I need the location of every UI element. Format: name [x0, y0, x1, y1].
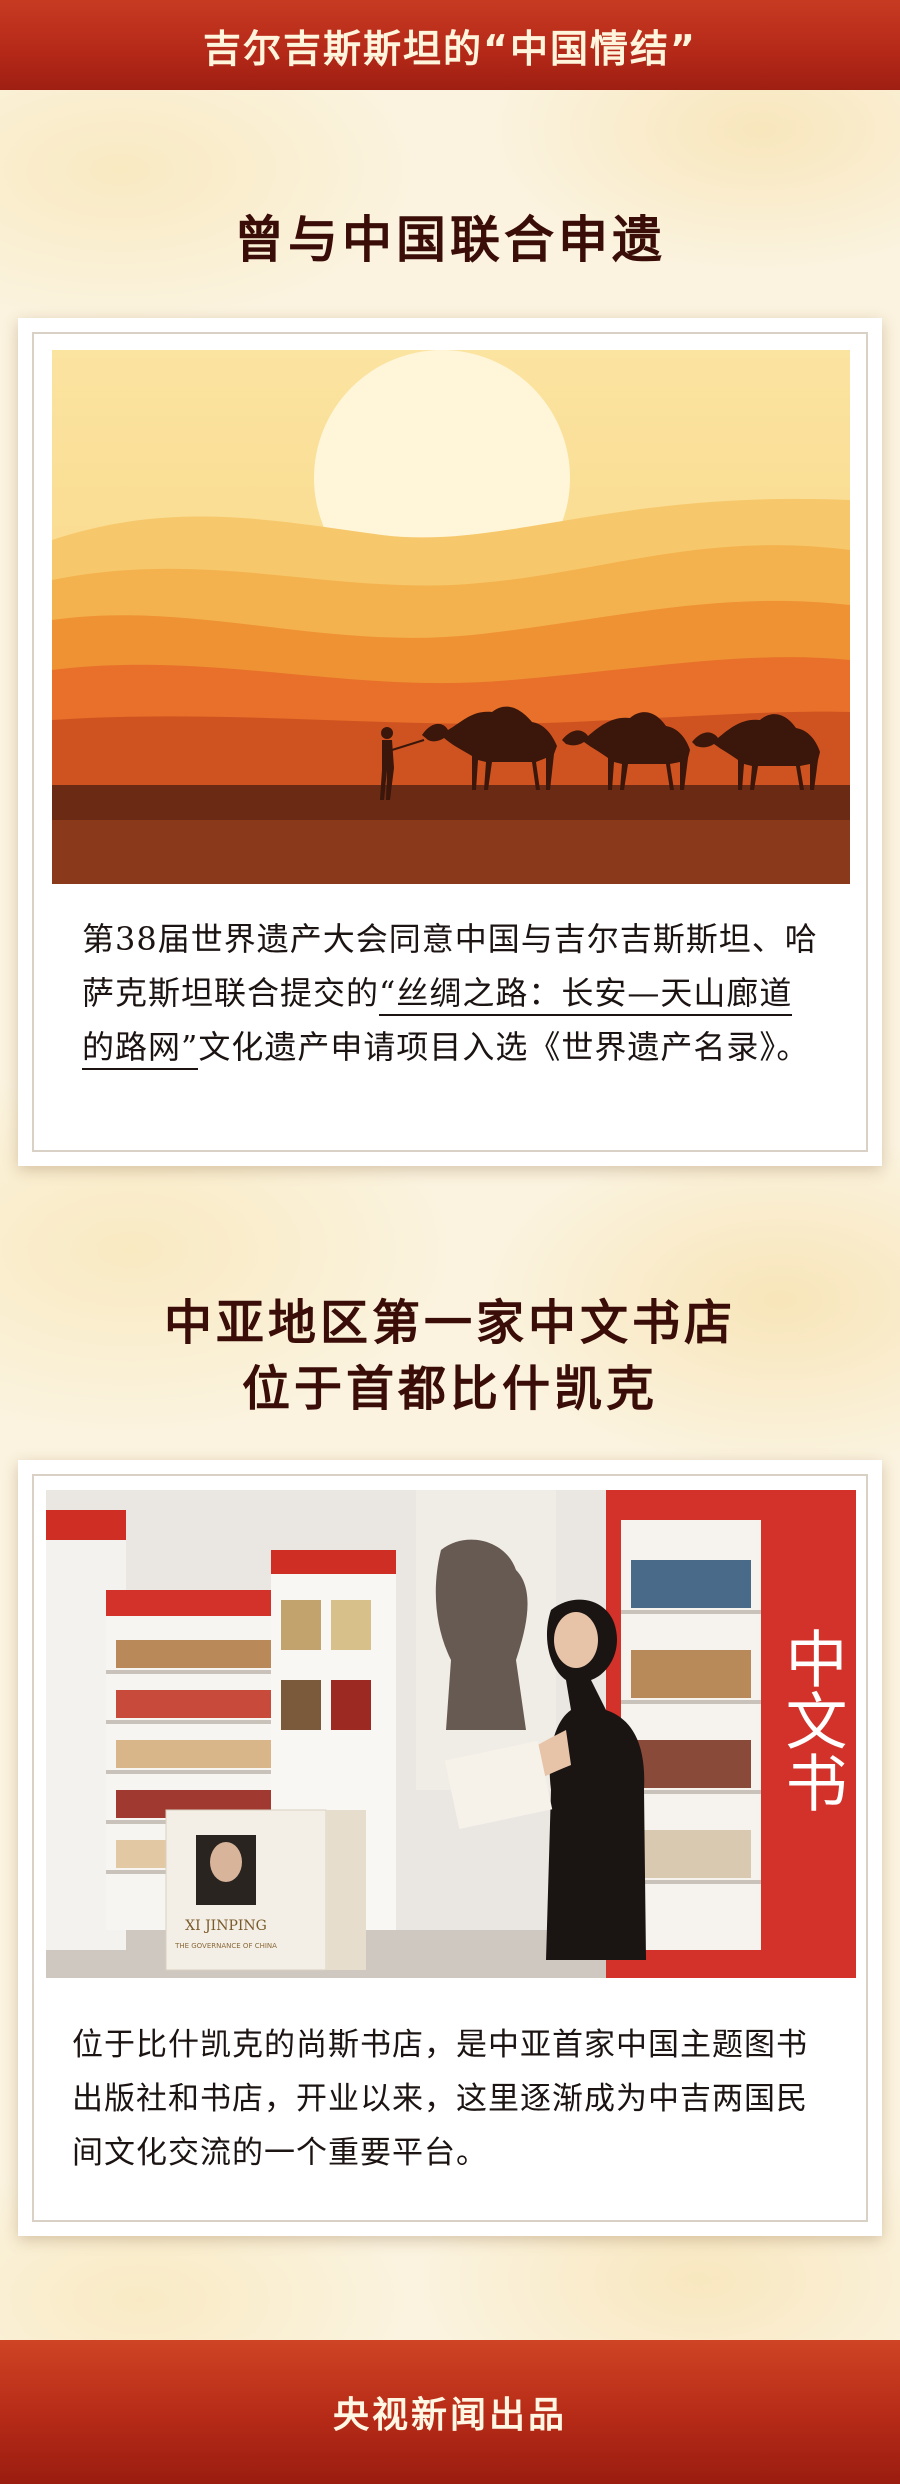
- book-display-box: XI JINPING THE GOVERNANCE OF CHINA: [165, 1809, 366, 1971]
- top-banner: 吉尔吉斯斯坦的“中国情结”: [0, 0, 900, 90]
- bookstore-photo: 中文书 XI JINPING THE GOVERNANCE OF CHINA: [46, 1490, 856, 1978]
- shelf-sign: 中文书: [775, 1627, 848, 1813]
- ground-band: [52, 785, 850, 825]
- caption-text-post: 文化遗产申请项目入选《世界遗产名录》。: [198, 1028, 810, 1066]
- section2-heading-line2: 位于首都比什凯克: [241, 1361, 658, 1417]
- bookstore-caption: 位于比什凯克的尚斯书店，是中亚首家中国主题图书出版社和书店，开业以来，这里逐渐成…: [72, 2027, 808, 2171]
- section1-heading: 曾与中国联合申遗: [234, 210, 666, 269]
- bottom-banner: 央视新闻出品: [0, 2340, 900, 2484]
- source-credit: 央视新闻出品: [332, 2395, 567, 2436]
- book-title: XI JINPING: [185, 1918, 267, 1934]
- ground-lower: [52, 820, 850, 884]
- desert-caravan-illustration: [52, 350, 850, 884]
- section2-heading: 中亚地区第一家中文书店 位于首都比什凯克: [0, 1290, 900, 1422]
- section2-heading-line1: 中亚地区第一家中文书店: [163, 1295, 736, 1351]
- page-title: 吉尔吉斯斯坦的“中国情结”: [203, 26, 697, 71]
- book-subtitle: THE GOVERNANCE OF CHINA: [174, 1942, 277, 1950]
- silk-road-caption: 第38届世界遗产大会同意中国与吉尔吉斯斯坦、哈萨克斯坦联合提交的“丝绸之路：长安…: [82, 912, 822, 1074]
